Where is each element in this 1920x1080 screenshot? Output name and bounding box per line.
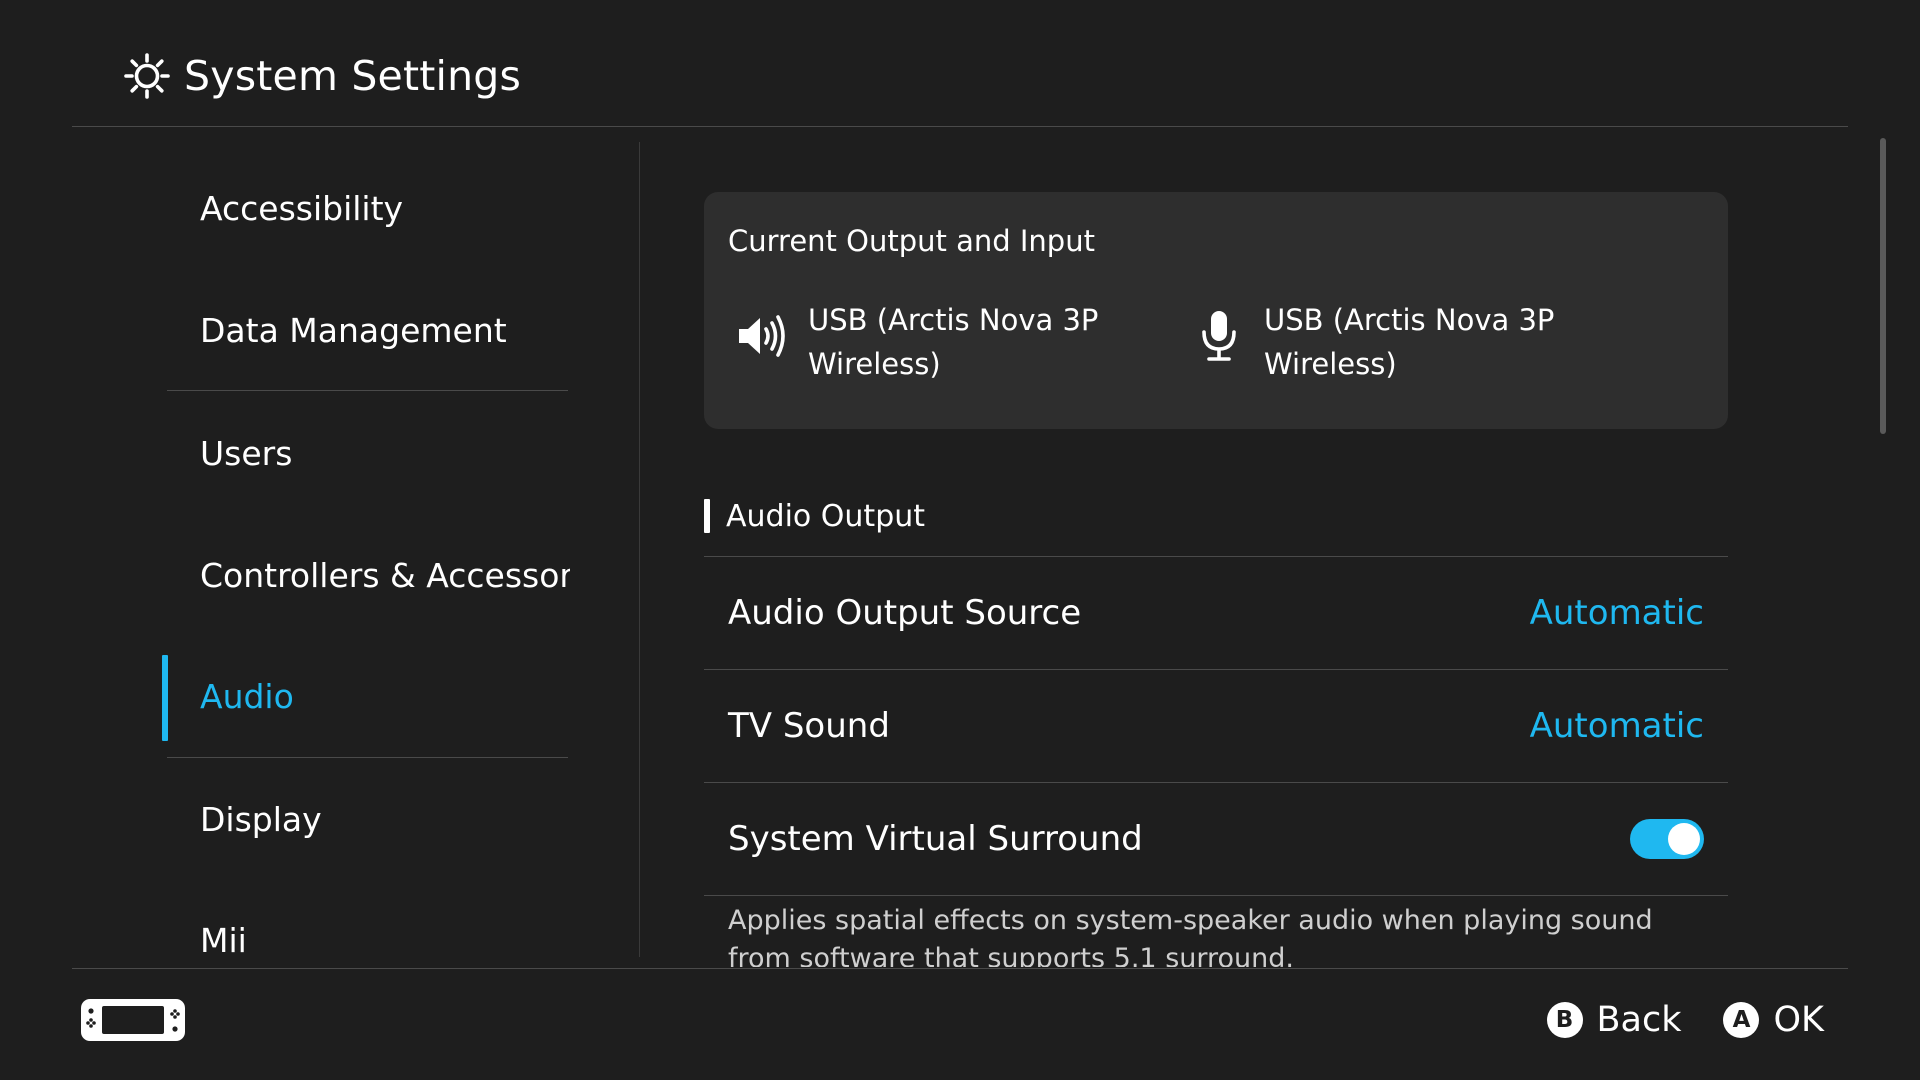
sidebar-item-label: Audio: [200, 676, 294, 716]
gear-icon: [122, 51, 172, 101]
header-divider: [72, 126, 1848, 127]
section-heading-audio-output: Audio Output: [704, 498, 926, 534]
setting-value: Automatic: [1529, 706, 1704, 746]
card-title: Current Output and Input: [728, 224, 1095, 258]
setting-label: System Virtual Surround: [728, 819, 1143, 859]
a-button-icon: A: [1723, 1002, 1760, 1038]
microphone-icon: [1184, 306, 1254, 366]
sidebar-item-label: Accessibility: [200, 188, 404, 228]
setting-label: Audio Output Source: [728, 593, 1082, 633]
setting-row-tv-sound[interactable]: TV Sound Automatic: [704, 670, 1728, 782]
sidebar-item-controllers-accessories[interactable]: Controllers & Accessories: [160, 532, 570, 618]
ok-button[interactable]: A OK: [1723, 1000, 1824, 1040]
setting-label: TV Sound: [728, 706, 890, 746]
output-device-name: USB (Arctis Nova 3P Wireless): [808, 303, 1099, 381]
page-header: System Settings: [122, 48, 521, 104]
footer-divider: [72, 968, 1848, 969]
setting-row-system-virtual-surround[interactable]: System Virtual Surround: [704, 783, 1728, 895]
current-input: USB (Arctis Nova 3P Wireless): [1184, 298, 1584, 386]
setting-description: Applies spatial effects on system-speake…: [728, 905, 1653, 967]
b-button-icon: B: [1546, 1002, 1583, 1038]
page-title: System Settings: [184, 52, 522, 100]
sidebar-item-label: Data Management: [200, 310, 507, 350]
sidebar-item-audio[interactable]: Audio: [160, 653, 568, 741]
section-marker: [704, 499, 710, 533]
sidebar-item-display[interactable]: Display: [160, 776, 568, 862]
setting-row-audio-output-source[interactable]: Audio Output Source Automatic: [704, 557, 1728, 669]
row-divider: [704, 895, 1728, 896]
virtual-surround-toggle[interactable]: [1630, 819, 1704, 859]
sidebar-item-label: Display: [200, 799, 322, 839]
handheld-console-icon: [80, 998, 186, 1042]
toggle-knob: [1668, 823, 1700, 855]
ok-label: OK: [1773, 1000, 1824, 1040]
current-output: USB (Arctis Nova 3P Wireless): [728, 298, 1128, 386]
sidebar-item-users[interactable]: Users: [160, 410, 568, 496]
scrollbar[interactable]: [1880, 138, 1886, 434]
sidebar-divider: [167, 390, 568, 391]
sidebar: Accessibility Data Management Users Cont…: [160, 145, 570, 967]
sidebar-item-mii[interactable]: Mii: [160, 897, 568, 967]
sidebar-item-label: Users: [200, 433, 293, 473]
section-title: Audio Output: [726, 498, 926, 534]
system-settings-screen: System Settings Accessibility Data Manag…: [0, 0, 1920, 1080]
sidebar-item-label: Controllers & Accessories: [200, 555, 570, 595]
sidebar-divider: [167, 757, 568, 758]
setting-value: Automatic: [1529, 593, 1704, 633]
back-label: Back: [1596, 1000, 1682, 1040]
speaker-icon: [728, 306, 798, 366]
footer-buttons: B Back A OK: [1505, 996, 1824, 1044]
sidebar-item-data-management[interactable]: Data Management: [160, 287, 568, 373]
settings-content: Current Output and Input USB (Arctis Nov…: [704, 145, 1728, 967]
pane-divider: [639, 142, 640, 957]
input-device-name: USB (Arctis Nova 3P Wireless): [1264, 303, 1555, 381]
sidebar-item-accessibility[interactable]: Accessibility: [160, 165, 568, 251]
back-button[interactable]: B Back: [1546, 1000, 1682, 1040]
sidebar-item-label: Mii: [200, 920, 247, 960]
current-output-input-card: Current Output and Input USB (Arctis Nov…: [704, 192, 1728, 429]
